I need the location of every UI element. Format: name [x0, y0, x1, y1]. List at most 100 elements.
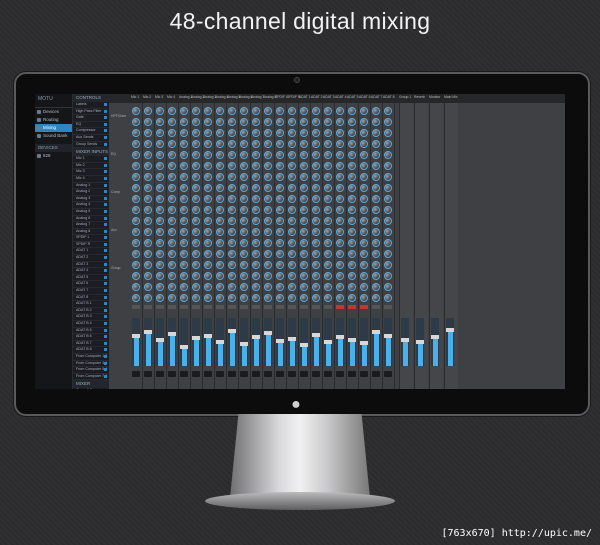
knob-control[interactable]	[204, 151, 212, 159]
knob-control[interactable]	[360, 184, 368, 192]
knob-control[interactable]	[360, 261, 368, 269]
mute-button[interactable]	[372, 305, 380, 309]
knob-control[interactable]	[288, 272, 296, 280]
input-row[interactable]: SPDIF L	[73, 235, 109, 242]
knob-control[interactable]	[288, 239, 296, 247]
knob-control[interactable]	[372, 294, 380, 302]
knob-control[interactable]	[384, 151, 392, 159]
knob-control[interactable]	[324, 195, 332, 203]
knob-control[interactable]	[252, 129, 260, 137]
knob-control[interactable]	[348, 162, 356, 170]
knob-control[interactable]	[132, 173, 140, 181]
knob-control[interactable]	[288, 217, 296, 225]
knob-control[interactable]	[192, 261, 200, 269]
knob-control[interactable]	[300, 184, 308, 192]
control-row[interactable]: High Pass Filter	[73, 109, 109, 116]
knob-control[interactable]	[300, 239, 308, 247]
knob-control[interactable]	[144, 173, 152, 181]
knob-control[interactable]	[336, 173, 344, 181]
knob-control[interactable]	[300, 250, 308, 258]
checkbox-icon[interactable]	[104, 142, 107, 146]
input-row[interactable]: Analog 8	[73, 229, 109, 236]
knob-control[interactable]	[216, 217, 224, 225]
knob-control[interactable]	[348, 228, 356, 236]
fader-handle[interactable]	[401, 337, 409, 342]
input-row[interactable]: ADAT B 6	[73, 334, 109, 341]
knob-control[interactable]	[384, 173, 392, 181]
knob-control[interactable]	[132, 129, 140, 137]
knob-control[interactable]	[180, 250, 188, 258]
knob-control[interactable]	[360, 239, 368, 247]
knob-control[interactable]	[252, 195, 260, 203]
knob-control[interactable]	[360, 228, 368, 236]
knob-control[interactable]	[372, 107, 380, 115]
input-row[interactable]: ADAT 7	[73, 288, 109, 295]
checkbox-icon[interactable]	[104, 129, 107, 133]
knob-control[interactable]	[132, 107, 140, 115]
sidebar-item[interactable]: Sound Bank	[35, 132, 72, 140]
mute-button[interactable]	[276, 305, 284, 309]
knob-control[interactable]	[336, 140, 344, 148]
knob-control[interactable]	[156, 173, 164, 181]
knob-control[interactable]	[312, 261, 320, 269]
knob-control[interactable]	[336, 228, 344, 236]
fader-handle[interactable]	[431, 335, 439, 340]
knob-control[interactable]	[216, 129, 224, 137]
fader-track[interactable]	[216, 318, 224, 366]
mute-button[interactable]	[252, 305, 260, 309]
knob-control[interactable]	[156, 239, 164, 247]
knob-control[interactable]	[264, 294, 272, 302]
input-row[interactable]: From Computer 7-8	[73, 374, 109, 381]
knob-control[interactable]	[156, 294, 164, 302]
knob-control[interactable]	[324, 129, 332, 137]
knob-control[interactable]	[384, 118, 392, 126]
knob-control[interactable]	[168, 206, 176, 214]
knob-control[interactable]	[204, 272, 212, 280]
knob-control[interactable]	[204, 283, 212, 291]
input-row[interactable]: ADAT 1	[73, 248, 109, 256]
knob-control[interactable]	[216, 173, 224, 181]
knob-control[interactable]	[156, 118, 164, 126]
device-item[interactable]: 828	[35, 152, 72, 160]
fader-track[interactable]	[416, 318, 424, 366]
knob-control[interactable]	[264, 206, 272, 214]
knob-control[interactable]	[132, 151, 140, 159]
knob-control[interactable]	[336, 151, 344, 159]
knob-control[interactable]	[312, 184, 320, 192]
knob-control[interactable]	[216, 272, 224, 280]
knob-control[interactable]	[276, 228, 284, 236]
knob-control[interactable]	[144, 228, 152, 236]
knob-control[interactable]	[156, 151, 164, 159]
knob-control[interactable]	[192, 294, 200, 302]
knob-control[interactable]	[192, 184, 200, 192]
knob-control[interactable]	[252, 272, 260, 280]
knob-control[interactable]	[240, 195, 248, 203]
knob-control[interactable]	[324, 151, 332, 159]
input-row[interactable]: From Computer 1-2	[73, 354, 109, 361]
knob-control[interactable]	[252, 151, 260, 159]
knob-control[interactable]	[384, 184, 392, 192]
knob-control[interactable]	[228, 206, 236, 214]
knob-control[interactable]	[252, 162, 260, 170]
knob-control[interactable]	[216, 206, 224, 214]
knob-control[interactable]	[240, 272, 248, 280]
knob-control[interactable]	[180, 283, 188, 291]
knob-control[interactable]	[264, 261, 272, 269]
input-row[interactable]: ADAT B 3	[73, 314, 109, 321]
mute-button[interactable]	[156, 305, 164, 309]
knob-control[interactable]	[348, 195, 356, 203]
knob-control[interactable]	[204, 217, 212, 225]
knob-control[interactable]	[300, 206, 308, 214]
knob-control[interactable]	[384, 272, 392, 280]
knob-control[interactable]	[168, 239, 176, 247]
control-row[interactable]: Aux Sends	[73, 135, 109, 142]
knob-control[interactable]	[300, 107, 308, 115]
fader-handle[interactable]	[180, 344, 188, 349]
knob-control[interactable]	[132, 162, 140, 170]
knob-control[interactable]	[264, 195, 272, 203]
mute-button[interactable]	[324, 305, 332, 309]
knob-control[interactable]	[372, 239, 380, 247]
knob-control[interactable]	[288, 228, 296, 236]
fader-handle[interactable]	[132, 334, 140, 339]
knob-control[interactable]	[144, 239, 152, 247]
